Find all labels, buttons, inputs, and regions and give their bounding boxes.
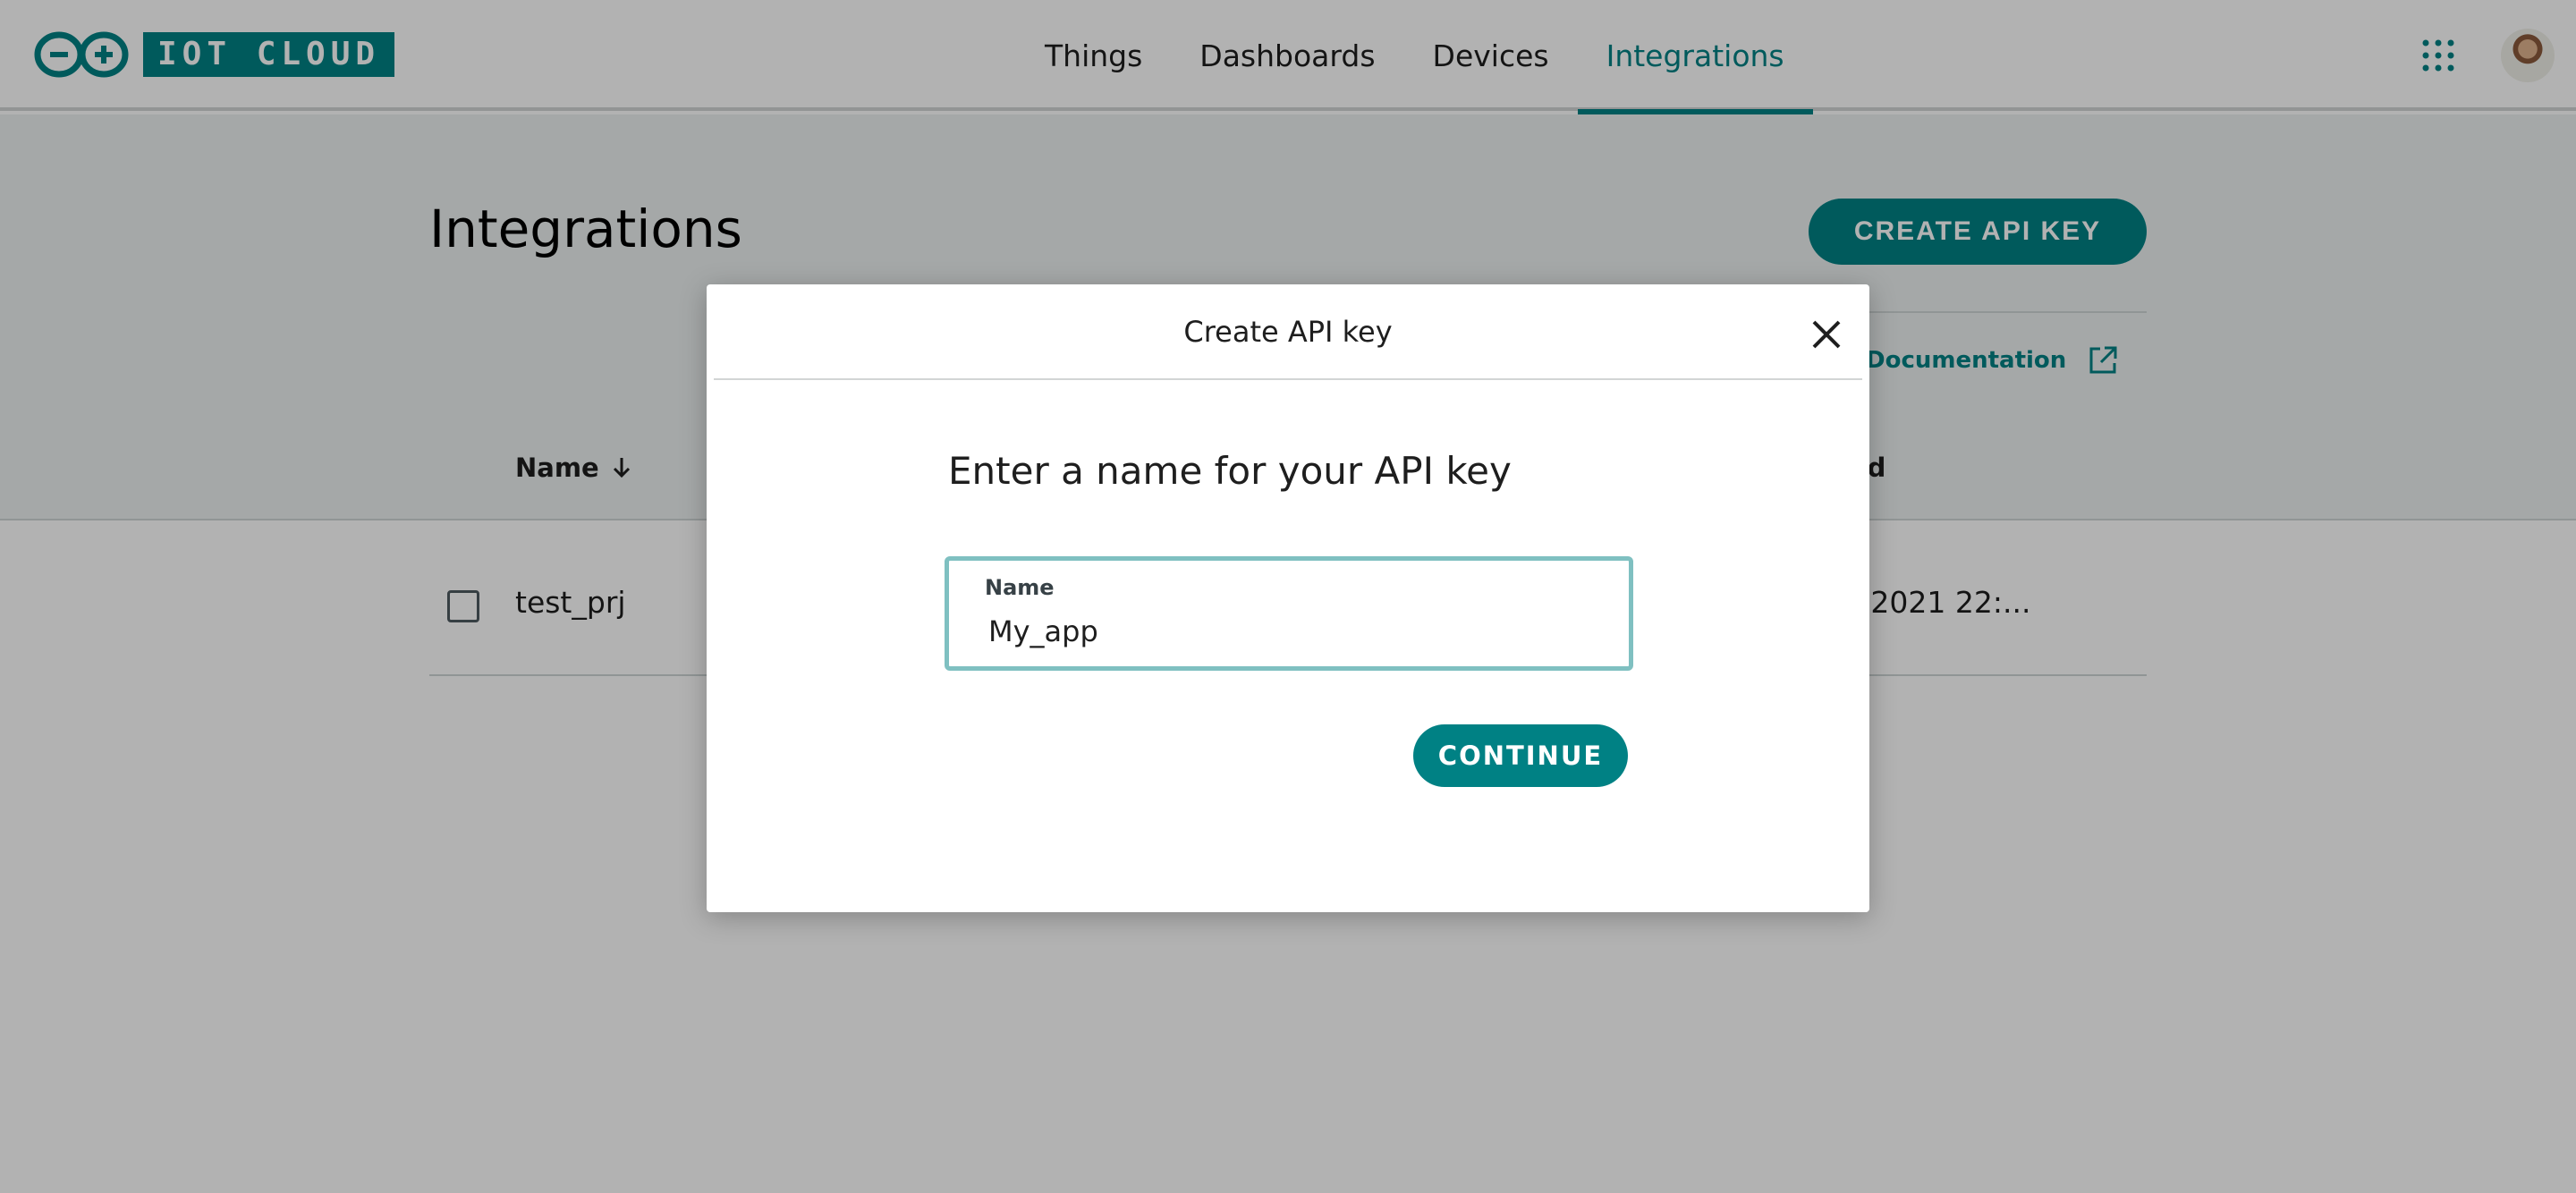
close-icon (1812, 320, 1841, 349)
continue-button[interactable]: CONTINUE (1413, 724, 1628, 787)
name-input[interactable] (988, 611, 1597, 652)
name-field-label: Name (985, 575, 1055, 600)
name-field[interactable]: Name (945, 556, 1633, 671)
dialog-divider (714, 378, 1862, 380)
close-button[interactable] (1809, 317, 1844, 352)
dialog-title: Create API key (1183, 315, 1393, 349)
dialog-heading: Enter a name for your API key (948, 449, 1512, 493)
create-api-key-dialog: Create API key Enter a name for your API… (707, 284, 1869, 912)
